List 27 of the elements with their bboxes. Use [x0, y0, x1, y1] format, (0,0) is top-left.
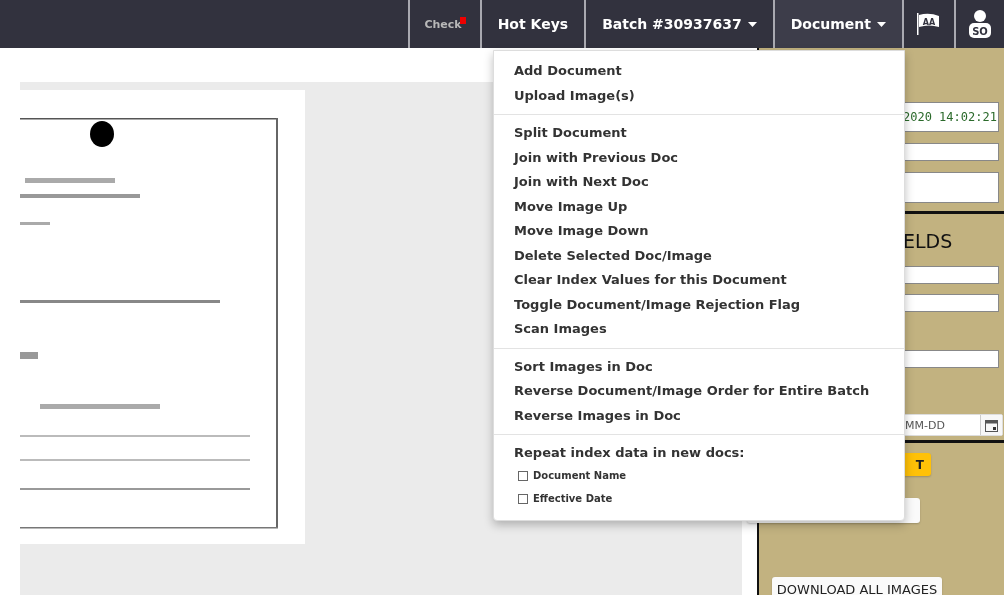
menu-item[interactable]: Join with Previous Doc [494, 145, 904, 170]
checkbox[interactable] [518, 470, 528, 481]
menu-item[interactable]: Sort Images in Doc [494, 354, 904, 379]
menu-item[interactable]: Scan Images [494, 317, 904, 342]
checkbox-option[interactable]: Effective Date [494, 489, 904, 512]
menu-item[interactable]: Join with Next Doc [494, 170, 904, 195]
checkbox[interactable] [518, 493, 528, 504]
section-heading: ELDS [902, 230, 954, 252]
menu-item[interactable]: Toggle Document/Image Rejection Flag [494, 292, 904, 317]
menu-item[interactable]: Move Image Down [494, 219, 904, 244]
option-label: Document Name [533, 470, 627, 481]
menu-item[interactable]: Delete Selected Doc/Image [494, 243, 904, 268]
menu-item[interactable]: Move Image Up [494, 194, 904, 219]
caret-icon [877, 21, 886, 27]
menu-item[interactable]: Reverse Document/Image Order for Entire Batch [494, 379, 904, 404]
nav-dropdown[interactable]: Document [772, 0, 902, 48]
calendar-icon[interactable] [980, 415, 1002, 435]
caret-icon [747, 21, 757, 27]
menu-item[interactable]: Reverse Images in Doc [494, 403, 904, 428]
download-all-images-button[interactable]: DOWNLOAD ALL IMAGES [772, 577, 942, 595]
checkbox-option[interactable]: Document Name [494, 466, 904, 489]
menu-item[interactable]: Add Document [494, 59, 904, 84]
menu-item[interactable]: Clear Index Values for this Document [494, 268, 904, 293]
menu-item[interactable]: Split Document [494, 121, 904, 146]
menu-item[interactable]: Upload Image(s) [494, 83, 904, 108]
option-label: Effective Date [533, 493, 613, 504]
repeat-heading: Repeat index data in new docs: [513, 444, 746, 462]
